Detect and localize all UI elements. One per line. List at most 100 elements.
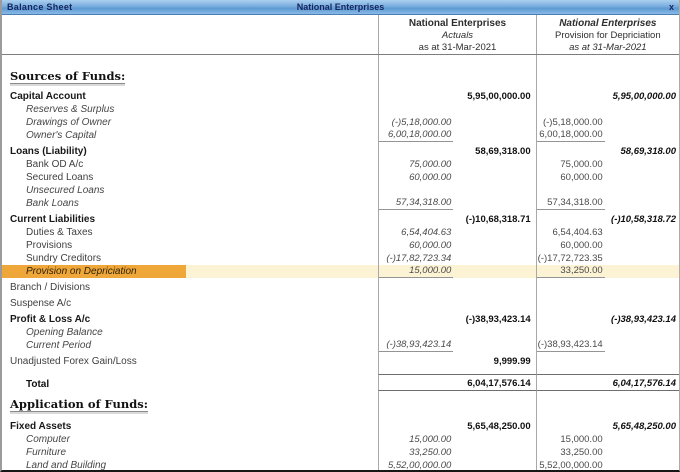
spacer-cell — [378, 55, 535, 69]
row-label: Sources of Funds: — [10, 68, 126, 84]
amount-total: (-)38,93,423.14 — [611, 314, 676, 325]
row-label: Secured Loans — [26, 171, 94, 183]
row-bank-od-a-c[interactable]: Bank OD A/c 75,000.00 75,000.00 — [2, 158, 679, 171]
particulars-cell: Opening Balance — [2, 326, 378, 339]
row-bank-loans[interactable]: Bank Loans 57,34,318.00 57,34,318.00 — [2, 197, 679, 210]
provision-amount-cell: 60,000.00 — [535, 239, 679, 252]
amount-detail: 60,000.00 — [560, 172, 603, 183]
provision-amount-cell — [535, 355, 679, 368]
row-suspense-a-c[interactable]: Suspense A/c — [2, 297, 679, 310]
provision-amount-cell: 33,250.00 — [535, 446, 679, 459]
provision-amount-cell: 5,95,00,000.00 — [535, 90, 679, 103]
row-current-period[interactable]: Current Period (-)38,93,423.14 (-)38,93,42… — [2, 339, 679, 352]
amount-total: 5,95,00,000.00 — [467, 91, 531, 102]
particulars-cell: Computer — [2, 433, 378, 446]
row-provisions[interactable]: Provisions 60,000.00 60,000.00 — [2, 239, 679, 252]
row-unadjusted-forex-gain-loss[interactable]: Unadjusted Forex Gain/Loss 9,999.99 — [2, 355, 679, 368]
amount-detail: 15,000.00 — [560, 434, 603, 445]
amount-detail: (-)38,93,423.14 — [536, 339, 605, 352]
actuals-amount-cell: 75,000.00 — [378, 158, 535, 171]
row-label: Current Period — [26, 339, 92, 351]
actuals-amount-cell: 58,69,318.00 — [378, 145, 535, 158]
particulars-cell: Capital Account — [2, 90, 378, 103]
row-branch-divisions[interactable]: Branch / Divisions — [2, 281, 679, 294]
column2-date: as at 31-Mar-2021 — [569, 42, 647, 53]
row-label: Computer — [26, 433, 70, 445]
particulars-cell: Duties & Taxes — [2, 226, 378, 239]
particulars-cell: Provisions — [2, 239, 378, 252]
actuals-amount-cell — [378, 297, 535, 310]
row-label: Application of Funds: — [10, 396, 148, 412]
row-furniture[interactable]: Furniture 33,250.00 33,250.00 — [2, 446, 679, 459]
actuals-amount-cell: (-)38,93,423.14 — [378, 339, 535, 352]
spacer-cell — [535, 55, 679, 69]
amount-detail: 5,52,00,000.00 — [387, 460, 452, 471]
row-secured-loans[interactable]: Secured Loans 60,000.00 60,000.00 — [2, 171, 679, 184]
row-application-of-funds[interactable]: Application of Funds: — [2, 397, 679, 412]
actuals-amount-cell: 15,000.00 — [378, 433, 535, 446]
provision-amount-cell — [535, 397, 679, 412]
row-capital-account[interactable]: Capital Account 5,95,00,000.00 5,95,00,000… — [2, 90, 679, 103]
company-name-title: National Enterprises — [296, 2, 385, 12]
row-current-liabilities[interactable]: Current Liabilities (-)10,68,318.71 (-)10,… — [2, 213, 679, 226]
amount-detail: 5,52,00,000.00 — [539, 460, 603, 471]
row-duties-taxes[interactable]: Duties & Taxes 6,54,404.63 6,54,404.63 — [2, 226, 679, 239]
amount-detail: 60,000.00 — [409, 240, 452, 251]
particulars-header-cell — [2, 15, 378, 54]
row-fixed-assets[interactable]: Fixed Assets 5,65,48,250.00 5,65,48,250.00 — [2, 420, 679, 433]
row-label: Capital Account — [10, 90, 86, 102]
row-label: Drawings of Owner — [26, 116, 112, 128]
amount-total: 58,69,318.00 — [475, 146, 531, 157]
amount-detail: 75,000.00 — [409, 159, 452, 170]
row-loans-liability[interactable]: Loans (Liability) 58,69,318.00 58,69,318.0… — [2, 145, 679, 158]
row-label: Furniture — [26, 446, 67, 458]
particulars-cell: Provision on Depriciation — [2, 265, 379, 278]
provision-amount-cell: (-)10,58,318.72 — [535, 213, 679, 226]
row-provision-on-depriciation[interactable]: Provision on Depriciation 15,000.00 33,250… — [2, 265, 679, 278]
amount-total: 9,999.99 — [493, 356, 531, 367]
row-label: Opening Balance — [26, 326, 103, 338]
provision-amount-cell: 15,000.00 — [535, 433, 679, 446]
row-label: Suspense A/c — [10, 297, 72, 309]
amount-total: 6,04,17,576.14 — [612, 378, 676, 389]
particulars-cell: Profit & Loss A/c — [2, 313, 378, 326]
amount-detail: (-)38,93,423.14 — [379, 338, 454, 352]
provision-amount-cell: 33,250.00 — [535, 264, 679, 278]
particulars-cell: Total — [2, 374, 378, 391]
row-reserves-surplus[interactable]: Reserves & Surplus — [2, 103, 679, 116]
actuals-amount-cell: (-)10,68,318.71 — [378, 213, 535, 226]
particulars-cell: Secured Loans — [2, 171, 378, 184]
particulars-cell: Branch / Divisions — [2, 281, 378, 294]
amount-total: 6,04,17,576.14 — [467, 378, 531, 389]
row-total[interactable]: Total 6,04,17,576.14 6,04,17,576.14 — [2, 374, 679, 391]
row-label: Total — [26, 378, 50, 390]
actuals-amount-cell: 6,54,404.63 — [378, 226, 535, 239]
provision-amount-cell: (-)38,93,423.14 — [535, 313, 679, 326]
balance-sheet-window: Balance Sheet National Enterprises x Nat… — [0, 0, 680, 472]
row-owner-s-capital[interactable]: Owner's Capital 6,00,18,000.00 6,00,18,000… — [2, 129, 679, 142]
amount-total: 5,95,00,000.00 — [612, 91, 676, 102]
column2-type: Provision for Depriciation — [555, 30, 661, 41]
provision-amount-cell: 6,00,18,000.00 — [535, 128, 679, 142]
amount-detail: 57,34,318.00 — [379, 196, 454, 210]
row-land-and-building[interactable]: Land and Building 5,52,00,000.00 5,52,00,0… — [2, 459, 679, 471]
provision-amount-cell: 5,65,48,250.00 — [535, 420, 679, 433]
amount-detail: 6,00,18,000.00 — [536, 128, 605, 142]
close-icon[interactable]: x — [669, 0, 674, 14]
row-profit-loss-a-c[interactable]: Profit & Loss A/c (-)38,93,423.14 (-)38,93… — [2, 313, 679, 326]
amount-detail: 33,250.00 — [536, 264, 605, 278]
particulars-cell: Bank Loans — [2, 197, 378, 210]
row-sources-of-funds[interactable]: Sources of Funds: — [2, 69, 679, 84]
column-header-actuals: National Enterprises Actuals as at 31-Ma… — [378, 15, 535, 54]
particulars-cell: Sundry Creditors — [2, 252, 378, 265]
actuals-amount-cell: 33,250.00 — [378, 446, 535, 459]
row-label: Reserves & Surplus — [26, 103, 115, 115]
row-computer[interactable]: Computer 15,000.00 15,000.00 — [2, 433, 679, 446]
particulars-cell: Unsecured Loans — [2, 184, 378, 197]
particulars-cell: Reserves & Surplus — [2, 103, 378, 116]
provision-amount-cell — [535, 103, 679, 116]
amount-total: 58,69,318.00 — [620, 146, 676, 157]
provision-amount-cell: 57,34,318.00 — [535, 197, 679, 210]
row-label: Land and Building — [26, 459, 107, 471]
amount-detail: 33,250.00 — [560, 447, 603, 458]
